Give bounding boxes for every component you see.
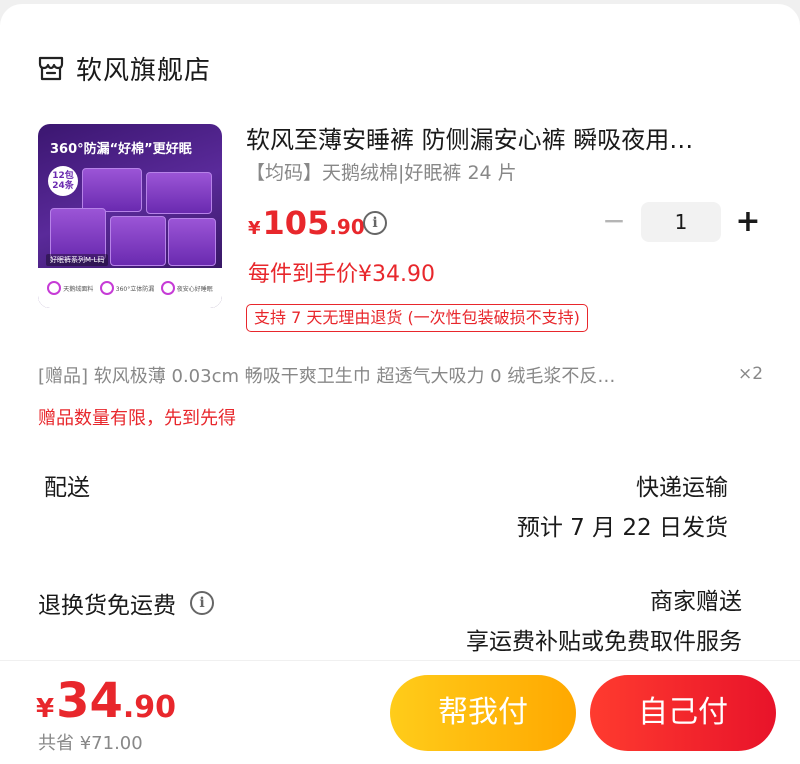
- store-icon: [38, 56, 64, 81]
- feature-icon: [47, 281, 62, 295]
- total-price: ¥ 34 .90: [36, 673, 176, 729]
- return-service-text: 享运费补贴或免费取件服务: [466, 629, 742, 655]
- return-policy-tag: 支持 7 天无理由退货 (一次性包装破损不支持): [246, 304, 588, 332]
- shipping-label: 配送: [44, 475, 90, 501]
- product-spec[interactable]: 【均码】天鹅绒棉|好眠裤 24 片: [246, 158, 517, 185]
- product-thumbnail[interactable]: 360°防漏“好棉”更好眠 12包 24条 好眠裤系列M-L码 天鹅绒面料 36…: [38, 124, 222, 308]
- pay-myself-button[interactable]: 自己付: [590, 675, 776, 751]
- return-info-icon[interactable]: i: [190, 591, 214, 615]
- total-integer: 34: [56, 673, 123, 729]
- quantity-decrease-button[interactable]: −: [600, 204, 628, 238]
- product-price: ¥ 105 .90: [248, 204, 365, 242]
- shipping-method[interactable]: 快递运输: [636, 468, 728, 502]
- savings-text: 共省 ¥71.00: [38, 733, 143, 754]
- feature-item: 天鹅绒面料: [47, 281, 93, 295]
- order-card: 软风旗舰店 360°防漏“好棉”更好眠 12包 24条 好眠裤系列M-L码 天鹅…: [0, 4, 800, 764]
- feature-item: 夜安心好睡眠: [160, 281, 213, 295]
- store-name[interactable]: 软风旗舰店: [76, 50, 211, 87]
- total-currency: ¥: [36, 694, 55, 724]
- gift-quantity: ×2: [738, 364, 764, 384]
- thumbnail-headline: 360°防漏“好棉”更好眠: [50, 142, 192, 157]
- return-gift-text: 商家赠送: [650, 589, 742, 615]
- pack-image: [146, 172, 212, 214]
- checkout-bar: ¥ 34 .90 共省 ¥71.00 帮我付 自己付: [0, 660, 800, 764]
- thumbnail-feature-strip: 天鹅绒面料 360°立体防漏 夜安心好睡眠: [38, 268, 222, 308]
- help-me-pay-button[interactable]: 帮我付: [390, 675, 576, 751]
- gift-item[interactable]: [赠品] 软风极薄 0.03cm 畅吸干爽卫生巾 超透气大吸力 0 绒毛浆不反…: [38, 362, 702, 388]
- unit-price: 每件到手价¥34.90: [248, 262, 435, 287]
- thumbnail-pack-badge: 12包 24条: [48, 166, 78, 196]
- feature-item: 360°立体防漏: [99, 281, 154, 295]
- thumbnail-series-label: 好眠裤系列M-L码: [46, 254, 109, 266]
- feature-icon: [99, 281, 114, 295]
- price-info-icon[interactable]: i: [363, 211, 387, 235]
- shipping-date: 预计 7 月 22 日发货: [516, 515, 728, 541]
- free-return-text: 退换货免运费: [38, 593, 176, 619]
- free-return-label: 退换货免运费 i: [38, 586, 214, 620]
- quantity-input[interactable]: 1: [641, 202, 721, 242]
- gift-note: 赠品数量有限，先到先得: [38, 408, 236, 429]
- pack-image: [82, 168, 142, 212]
- price-integer: 105: [262, 204, 330, 242]
- quantity-increase-button[interactable]: +: [733, 202, 763, 242]
- pack-image: [110, 216, 166, 266]
- feature-icon: [160, 281, 175, 295]
- product-title[interactable]: 软风至薄安睡裤 防侧漏安心裤 瞬吸夜用…: [246, 120, 756, 156]
- price-decimal: .90: [329, 215, 365, 239]
- price-currency: ¥: [248, 218, 261, 239]
- pack-image: [50, 208, 106, 260]
- pack-image: [168, 218, 216, 266]
- total-decimal: .90: [122, 690, 177, 725]
- store-header[interactable]: 软风旗舰店: [36, 48, 211, 88]
